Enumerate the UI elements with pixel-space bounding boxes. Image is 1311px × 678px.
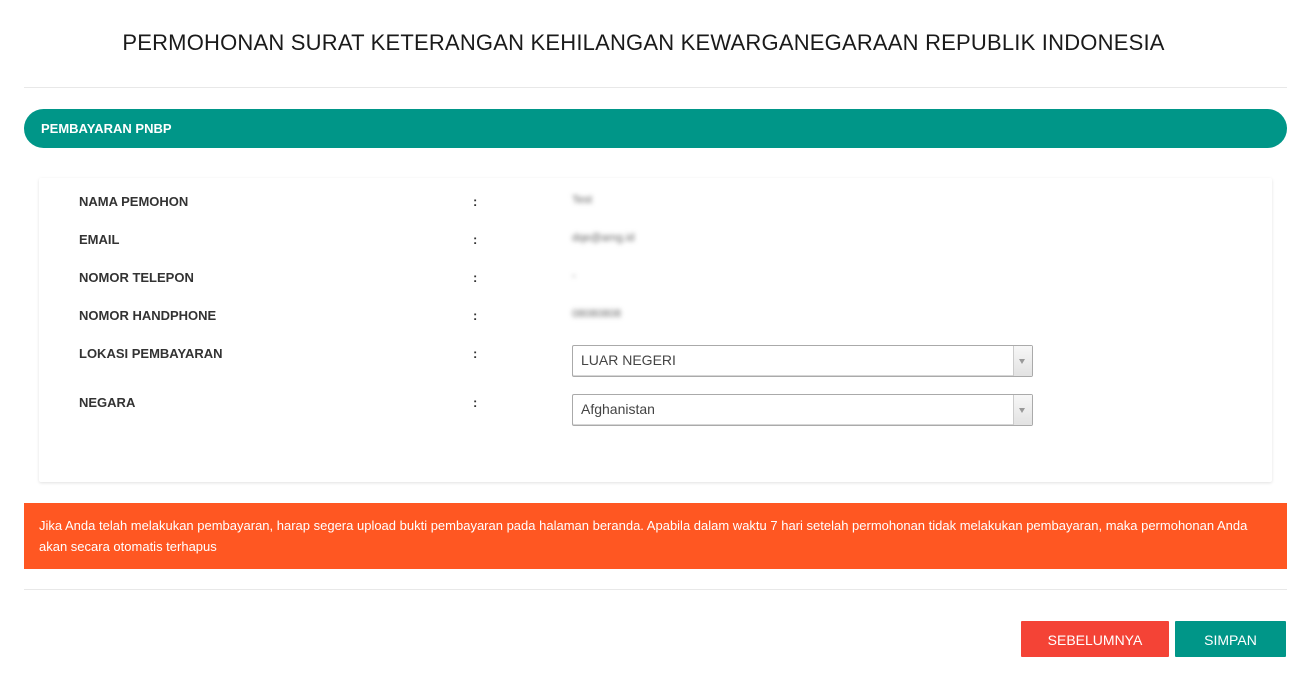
nomor-telepon-value: - bbox=[572, 270, 576, 282]
page-title: PERMOHONAN SURAT KETERANGAN KEHILANGAN K… bbox=[122, 30, 1165, 55]
row-nama-pemohon: NAMA PEMOHON : Test bbox=[39, 194, 1272, 214]
nomor-handphone-value: 08080808 bbox=[572, 308, 621, 320]
nomor-telepon-label: NOMOR TELEPON bbox=[79, 270, 194, 285]
separator: : bbox=[473, 308, 478, 323]
section-title: PEMBAYARAN PNBP bbox=[41, 121, 172, 136]
payment-notice-text: Jika Anda telah melakukan pembayaran, ha… bbox=[39, 518, 1248, 554]
separator: : bbox=[473, 346, 478, 361]
section-header: PEMBAYARAN PNBP bbox=[24, 109, 1287, 148]
email-label: EMAIL bbox=[79, 232, 120, 247]
separator: : bbox=[473, 270, 478, 285]
top-divider bbox=[24, 87, 1287, 88]
bottom-divider bbox=[24, 589, 1287, 590]
previous-button[interactable]: SEBELUMNYA bbox=[1021, 621, 1169, 657]
lokasi-pembayaran-label: LOKASI PEMBAYARAN bbox=[79, 346, 223, 361]
nama-pemohon-label: NAMA PEMOHON bbox=[79, 194, 189, 209]
row-nomor-handphone: NOMOR HANDPHONE : 08080808 bbox=[39, 308, 1272, 328]
row-email: EMAIL : dqe@amg.id bbox=[39, 232, 1272, 252]
row-nomor-telepon: NOMOR TELEPON : - bbox=[39, 270, 1272, 290]
save-button[interactable]: SIMPAN bbox=[1175, 621, 1286, 657]
payment-info-card: NAMA PEMOHON : Test EMAIL : dqe@amg.id N… bbox=[39, 178, 1272, 482]
separator: : bbox=[473, 232, 478, 247]
dropdown-arrow-icon[interactable] bbox=[1013, 395, 1032, 425]
email-value: dqe@amg.id bbox=[572, 232, 635, 244]
negara-label: NEGARA bbox=[79, 395, 136, 410]
nama-pemohon-value: Test bbox=[572, 194, 593, 206]
lokasi-pembayaran-selected: LUAR NEGERI bbox=[581, 352, 676, 368]
negara-selected: Afghanistan bbox=[581, 401, 655, 417]
separator: : bbox=[473, 395, 478, 410]
separator: : bbox=[473, 194, 478, 209]
dropdown-arrow-icon[interactable] bbox=[1013, 346, 1032, 376]
lokasi-pembayaran-select[interactable]: LUAR NEGERI bbox=[572, 345, 1033, 377]
payment-notice: Jika Anda telah melakukan pembayaran, ha… bbox=[24, 503, 1287, 569]
negara-select[interactable]: Afghanistan bbox=[572, 394, 1033, 426]
nomor-handphone-label: NOMOR HANDPHONE bbox=[79, 308, 217, 323]
